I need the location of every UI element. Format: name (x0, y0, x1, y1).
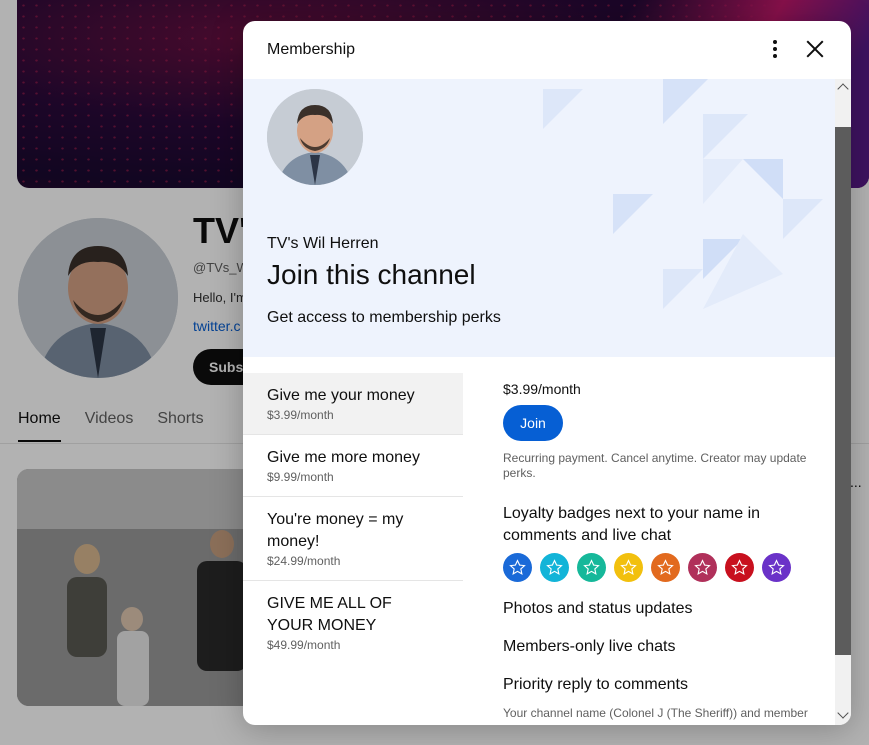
perk-footnote: Your channel name (Colonel J (The Sherif… (503, 706, 808, 720)
loyalty-badge-star-icon (762, 553, 791, 582)
tier-price: $3.99/month (267, 408, 334, 422)
membership-dialog: Membership TV's Wil Herren Join this cha… (243, 21, 851, 725)
close-icon[interactable] (801, 35, 829, 63)
tier-detail: $3.99/month Join Recurring payment. Canc… (503, 381, 823, 721)
join-button[interactable]: Join (503, 405, 563, 441)
tier-item[interactable]: You're money = my money! $24.99/month (243, 497, 463, 581)
hero-avatar (267, 89, 363, 185)
perk-live-chats: Members-only live chats (503, 638, 676, 655)
loyalty-badge-star-icon (651, 553, 680, 582)
loyalty-badge-star-icon (540, 553, 569, 582)
tier-item[interactable]: Give me your money $3.99/month (243, 373, 463, 435)
loyalty-badge-star-icon (503, 553, 532, 582)
tier-name: GIVE ME ALL OF YOUR MONEY (267, 595, 392, 634)
perk-priority-reply: Priority reply to comments (503, 676, 688, 693)
selected-tier-price: $3.99/month (503, 381, 581, 397)
hero-heading: Join this channel (267, 259, 476, 290)
loyalty-badge-row (503, 553, 823, 582)
scrollbar-thumb[interactable] (835, 127, 851, 655)
join-hero: TV's Wil Herren Join this channel Get ac… (243, 79, 835, 357)
dialog-scrollbar[interactable] (835, 79, 851, 725)
loyalty-badge-star-icon (725, 553, 754, 582)
loyalty-badge-star-icon (614, 553, 643, 582)
tier-name: You're money = my money! (267, 511, 404, 550)
tier-list: Give me your money $3.99/month Give me m… (243, 373, 463, 664)
tier-item[interactable]: Give me more money $9.99/month (243, 435, 463, 497)
tier-name: Give me more money (267, 449, 420, 466)
dialog-header: Membership (243, 21, 851, 79)
tier-price: $49.99/month (267, 638, 341, 652)
recurring-payment-note: Recurring payment. Cancel anytime. Creat… (503, 451, 807, 480)
hero-subheading: Get access to membership perks (267, 309, 501, 326)
scroll-down-icon[interactable] (837, 707, 849, 719)
perk-photos: Photos and status updates (503, 600, 693, 617)
tier-price: $24.99/month (267, 554, 341, 568)
loyalty-badge-star-icon (688, 553, 717, 582)
hero-channel-name: TV's Wil Herren (267, 235, 379, 252)
tier-item[interactable]: GIVE ME ALL OF YOUR MONEY $49.99/month (243, 581, 463, 664)
tier-name: Give me your money (267, 387, 415, 404)
hero-decoration (543, 79, 823, 309)
kebab-menu-icon[interactable] (765, 37, 785, 61)
scroll-up-icon[interactable] (837, 83, 849, 95)
tier-price: $9.99/month (267, 470, 334, 484)
perk-loyalty-badges: Loyalty badges next to your name in comm… (503, 505, 761, 544)
dialog-title: Membership (267, 41, 356, 58)
loyalty-badge-star-icon (577, 553, 606, 582)
dialog-content[interactable]: TV's Wil Herren Join this channel Get ac… (243, 79, 835, 725)
